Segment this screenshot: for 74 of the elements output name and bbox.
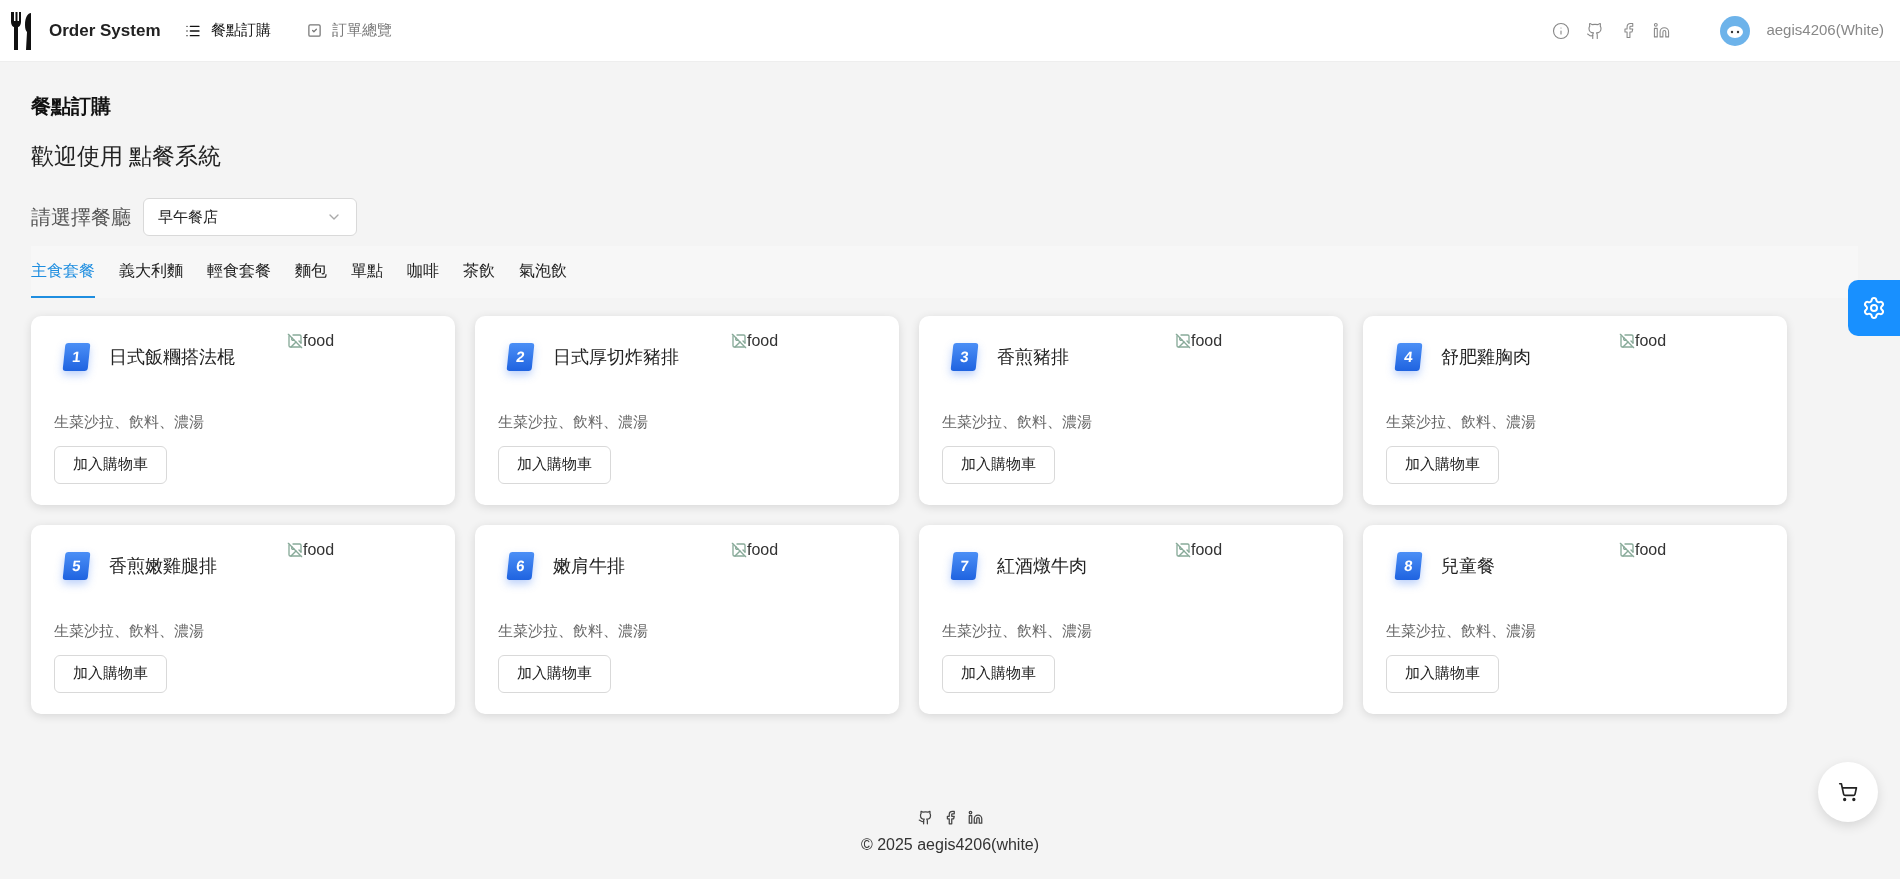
food-description: 生菜沙拉、飲料、濃湯 xyxy=(54,621,205,641)
food-name: 香煎嫩雞腿排 xyxy=(109,554,217,578)
number-badge: 4 xyxy=(1394,343,1423,371)
settings-icon xyxy=(1862,296,1886,320)
food-name: 嫩肩牛排 xyxy=(553,554,625,578)
image-alt-text: food xyxy=(303,331,335,351)
welcome-heading: 歡迎使用 點餐系統 xyxy=(31,142,223,171)
category-tab[interactable]: 單點 xyxy=(351,246,383,298)
category-tab[interactable]: 氣泡飲 xyxy=(519,246,567,298)
add-to-cart-button[interactable]: 加入購物車 xyxy=(54,654,167,693)
number-badge: 1 xyxy=(62,343,91,371)
broken-image-icon xyxy=(1619,542,1635,558)
add-to-cart-button[interactable]: 加入購物車 xyxy=(942,445,1055,484)
broken-image-icon xyxy=(731,542,747,558)
restaurant-label: 請選擇餐廳 xyxy=(31,205,131,230)
cart-button[interactable] xyxy=(1818,762,1878,822)
github-icon[interactable] xyxy=(917,810,933,825)
food-description: 生菜沙拉、飲料、濃湯 xyxy=(498,621,649,641)
category-tab[interactable]: 咖啡 xyxy=(407,246,439,298)
food-description: 生菜沙拉、飲料、濃湯 xyxy=(942,412,1093,432)
number-badge: 7 xyxy=(950,552,979,580)
user-name[interactable]: aegis4206(White) xyxy=(1766,19,1884,42)
food-name: 紅酒燉牛肉 xyxy=(997,554,1087,578)
image-alt-text: food xyxy=(1635,331,1667,351)
image-alt-text: food xyxy=(1191,331,1223,351)
add-to-cart-button[interactable]: 加入購物車 xyxy=(1386,445,1499,484)
food-name: 兒童餐 xyxy=(1441,554,1495,578)
food-description: 生菜沙拉、飲料、濃湯 xyxy=(54,412,205,432)
food-name: 香煎豬排 xyxy=(997,345,1069,369)
food-description: 生菜沙拉、飲料、濃湯 xyxy=(942,621,1093,641)
add-to-cart-button[interactable]: 加入購物車 xyxy=(54,445,167,484)
food-name: 舒肥雞胸肉 xyxy=(1441,345,1531,369)
category-tab[interactable]: 義大利麵 xyxy=(119,246,183,298)
food-name: 日式厚切炸豬排 xyxy=(553,345,679,369)
number-badge: 5 xyxy=(62,552,91,580)
food-description: 生菜沙拉、飲料、濃湯 xyxy=(1386,412,1537,432)
cart-icon xyxy=(1838,782,1858,802)
food-name: 日式飯糰搭法棍 xyxy=(109,345,235,369)
category-tab[interactable]: 茶飲 xyxy=(463,246,495,298)
page-title: 餐點訂購 xyxy=(31,94,112,119)
image-alt-text: food xyxy=(1191,540,1223,560)
broken-image-icon xyxy=(731,333,747,349)
image-alt-text: food xyxy=(747,540,779,560)
number-badge: 8 xyxy=(1394,552,1423,580)
brand-name: Order System xyxy=(49,19,161,42)
number-badge: 6 xyxy=(506,552,535,580)
broken-image-icon xyxy=(1175,333,1191,349)
image-alt-text: food xyxy=(747,331,779,351)
add-to-cart-button[interactable]: 加入購物車 xyxy=(498,445,611,484)
broken-image-icon xyxy=(1619,333,1635,349)
info-icon[interactable] xyxy=(1552,21,1571,40)
add-to-cart-button[interactable]: 加入購物車 xyxy=(942,654,1055,693)
nav-link[interactable]: 訂單總覽 xyxy=(306,19,392,42)
category-tab[interactable]: 麵包 xyxy=(295,246,327,298)
linkedin-icon[interactable] xyxy=(967,810,983,825)
avatar-icon xyxy=(1720,15,1751,46)
select-value: 早午餐店 xyxy=(158,206,218,227)
category-tab[interactable]: 輕食套餐 xyxy=(207,246,271,298)
food-description: 生菜沙拉、飲料、濃湯 xyxy=(498,412,649,432)
number-badge: 2 xyxy=(506,343,535,371)
food-description: 生菜沙拉、飲料、濃湯 xyxy=(1386,621,1537,641)
add-to-cart-button[interactable]: 加入購物車 xyxy=(498,654,611,693)
settings-button[interactable] xyxy=(1848,280,1900,336)
add-to-cart-button[interactable]: 加入購物車 xyxy=(1386,654,1499,693)
nav-link[interactable]: 餐點訂購 xyxy=(184,19,271,42)
broken-image-icon xyxy=(287,333,303,349)
copyright-text: © 2025 aegis4206(white) xyxy=(860,835,1040,855)
image-alt-text: food xyxy=(1635,540,1667,560)
checkbox-icon xyxy=(306,23,322,38)
broken-image-icon xyxy=(287,542,303,558)
broken-image-icon xyxy=(1175,542,1191,558)
restaurant-select[interactable]: 早午餐店 xyxy=(143,198,357,236)
number-badge: 3 xyxy=(950,343,979,371)
image-alt-text: food xyxy=(303,540,335,560)
